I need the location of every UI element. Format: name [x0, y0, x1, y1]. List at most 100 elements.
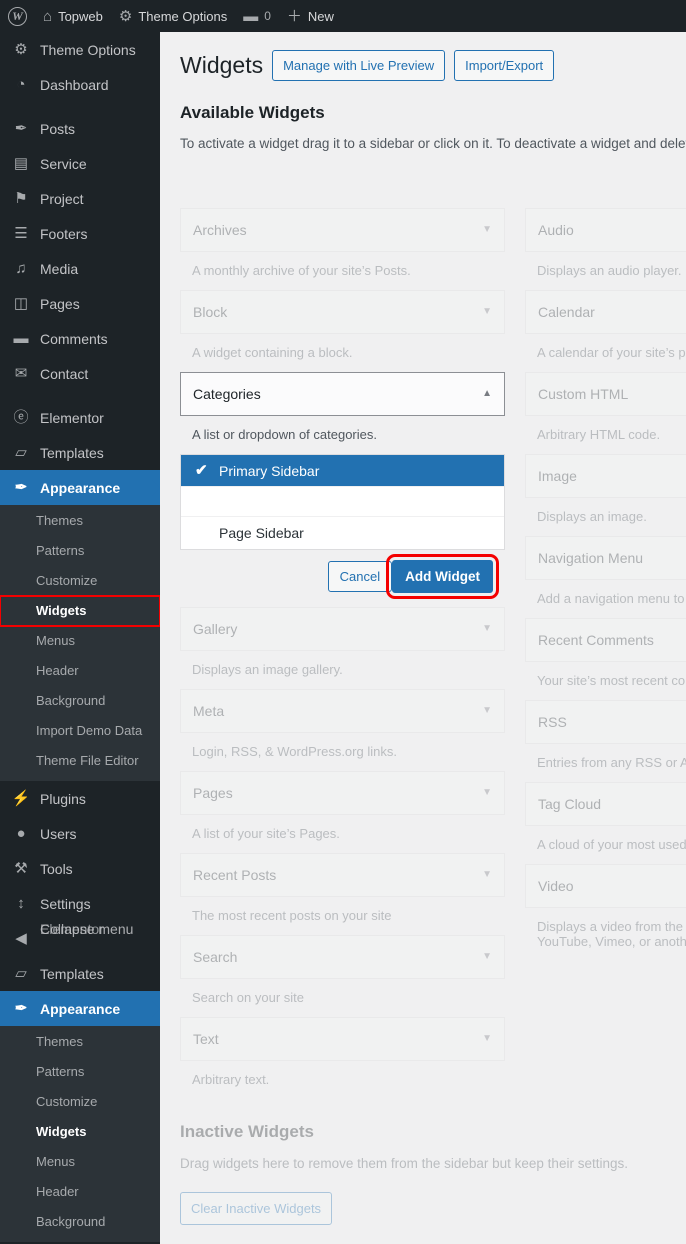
comment-icon: ▬	[243, 7, 259, 25]
widget-header[interactable]: Image ▼	[525, 454, 686, 498]
sidebar-item-tools[interactable]: ⚒ Tools	[0, 851, 160, 886]
sidebar-item-plugins[interactable]: ⚡ Plugins	[0, 781, 160, 816]
widget-meta[interactable]: Meta ▼ Login, RSS, & WordPress.org links…	[180, 689, 505, 771]
widget-header[interactable]: Tag Cloud ▼	[525, 782, 686, 826]
widget-header[interactable]: Recent Comments ▼	[525, 618, 686, 662]
site-name-menu[interactable]: ⌂ Topweb	[35, 0, 111, 32]
widget-header[interactable]: Audio ▼	[525, 208, 686, 252]
sidebar-item-customize[interactable]: Customize	[0, 566, 160, 596]
pin-icon: ✒	[14, 120, 28, 137]
new-content-menu[interactable]: ＋ New	[279, 0, 342, 32]
widget-video[interactable]: Video ▼ Displays a video from the media …	[525, 864, 686, 961]
widget-tag-cloud[interactable]: Tag Cloud ▼ A cloud of your most used ta…	[525, 782, 686, 864]
sidebar-item-menus[interactable]: Menus	[0, 626, 160, 656]
sidebar-item-patterns[interactable]: Patterns	[0, 536, 160, 566]
sidebar-item-collapse-menu[interactable]: ◀ Elementor Collapse menu	[0, 921, 160, 956]
sidebar-item-label: Contact	[40, 365, 89, 382]
wordpress-logo-menu[interactable]: W	[0, 0, 35, 32]
widget-header[interactable]: Video ▼	[525, 864, 686, 908]
widget-pages[interactable]: Pages ▼ A list of your site’s Pages.	[180, 771, 505, 853]
sidebar-item-footers[interactable]: ☰ Footers	[0, 216, 160, 251]
widget-header[interactable]: Meta ▼	[180, 689, 505, 733]
sidebar-item-elementor[interactable]: ⓔ Elementor	[0, 400, 160, 435]
widget-header[interactable]: Pages ▼	[180, 771, 505, 815]
sidebar-item-header[interactable]: Header	[0, 656, 160, 686]
import-export-button[interactable]: Import/Export	[454, 50, 555, 81]
sidebar-item-pages[interactable]: ◫ Pages	[0, 286, 160, 321]
add-widget-button[interactable]: Add Widget	[386, 554, 499, 599]
sidebar-item-dashboard[interactable]: ◔ Dashboard	[0, 67, 160, 102]
sidebar-item-menus-2[interactable]: Menus	[0, 1147, 160, 1177]
sidebar-option-primary-sidebar[interactable]: ✔ Primary Sidebar	[181, 455, 504, 487]
widget-text[interactable]: Text ▼ Arbitrary text.	[180, 1017, 505, 1099]
sidebar-item-settings[interactable]: ↕ Settings	[0, 886, 160, 921]
widget-custom-html[interactable]: Custom HTML ▼ Arbitrary HTML code.	[525, 372, 686, 454]
sidebar-item-themes[interactable]: Themes	[0, 506, 160, 536]
admin-sidebar-menu: ⚙ Theme Options ◔ Dashboard ✒ Posts ▤ Se…	[0, 32, 160, 1244]
widget-gallery[interactable]: Gallery ▼ Displays an image gallery.	[180, 607, 505, 689]
sidebar-item-comments[interactable]: ▬ Comments	[0, 321, 160, 356]
clear-inactive-widgets-button[interactable]: Clear Inactive Widgets	[180, 1192, 333, 1225]
widget-header[interactable]: Custom HTML ▼	[525, 372, 686, 416]
sidebar-item-customize-2[interactable]: Customize	[0, 1087, 160, 1117]
sidebar-option-page-sidebar[interactable]: Page Sidebar	[181, 517, 504, 549]
widget-header[interactable]: RSS ▼	[525, 700, 686, 744]
widget-description: Search on your site	[192, 990, 305, 1005]
widget-description: Displays an image.	[537, 509, 647, 524]
widget-header[interactable]: Search ▼	[180, 935, 505, 979]
comments-menu[interactable]: ▬ 0	[235, 0, 279, 32]
sidebar-item-project[interactable]: ⚑ Project	[0, 181, 160, 216]
sidebar-item-widgets-2[interactable]: Widgets	[0, 1117, 160, 1147]
widget-header[interactable]: Navigation Menu ▼	[525, 536, 686, 580]
widget-header[interactable]: Calendar ▼	[525, 290, 686, 334]
widget-header[interactable]: Block ▼	[180, 290, 505, 334]
sidebar-item-background[interactable]: Background	[0, 686, 160, 716]
sidebar-item-theme-file-editor[interactable]: Theme File Editor	[0, 746, 160, 776]
new-label: New	[307, 8, 334, 24]
sidebar-item-templates[interactable]: ▱ Templates	[0, 435, 160, 470]
widget-recent-posts[interactable]: Recent Posts ▼ The most recent posts on …	[180, 853, 505, 935]
widget-block[interactable]: Block ▼ A widget containing a block.	[180, 290, 505, 372]
sidebar-item-label: Pages	[40, 295, 80, 312]
cancel-button[interactable]: Cancel	[327, 561, 393, 592]
sidebar-item-appearance-2[interactable]: ✒ Appearance	[0, 991, 160, 1026]
sidebar-item-posts[interactable]: ✒ Posts	[0, 111, 160, 146]
widget-description: A widget containing a block.	[192, 345, 353, 360]
widget-header[interactable]: Categories ▲	[180, 372, 505, 416]
widget-audio[interactable]: Audio ▼ Displays an audio player.	[525, 208, 686, 290]
widget-header[interactable]: Gallery ▼	[180, 607, 505, 651]
sidebar-item-templates-2[interactable]: ▱ Templates	[0, 956, 160, 991]
widget-calendar[interactable]: Calendar ▼ A calendar of your site’s pos…	[525, 290, 686, 372]
sidebar-item-patterns-2[interactable]: Patterns	[0, 1057, 160, 1087]
sidebar-item-widgets[interactable]: Widgets	[0, 595, 160, 627]
widget-recent-comments[interactable]: Recent Comments ▼ Your site’s most recen…	[525, 618, 686, 700]
sidebar-item-themes-2[interactable]: Themes	[0, 1027, 160, 1057]
sidebar-item-media[interactable]: ♫ Media	[0, 251, 160, 286]
widget-rss[interactable]: RSS ▼ Entries from any RSS or Atom feed.	[525, 700, 686, 782]
sidebar-item-contact[interactable]: ✉ Contact	[0, 356, 160, 391]
widget-categories[interactable]: Categories ▲ A list or dropdown of categ…	[180, 372, 505, 599]
widget-title: Block	[193, 304, 228, 320]
widget-header[interactable]: Text ▼	[180, 1017, 505, 1061]
widget-image[interactable]: Image ▼ Displays an image.	[525, 454, 686, 536]
widget-search[interactable]: Search ▼ Search on your site	[180, 935, 505, 1017]
sidebar-item-service[interactable]: ▤ Service	[0, 146, 160, 181]
sidebar-select-list[interactable]: ✔ Primary Sidebar Page Sidebar	[180, 454, 505, 550]
sidebar-item-theme-options[interactable]: ⚙ Theme Options	[0, 32, 160, 67]
sidebar-item-header-2[interactable]: Header	[0, 1177, 160, 1207]
sidebar-item-background-2[interactable]: Background	[0, 1207, 160, 1237]
sidebar-item-users[interactable]: ● Users	[0, 816, 160, 851]
sidebar-option-blank[interactable]	[181, 487, 504, 517]
sliders-icon: ↕	[17, 895, 25, 912]
sidebar-item-appearance[interactable]: ✒ Appearance	[0, 470, 160, 505]
theme-options-menu[interactable]: ⚙ Theme Options	[111, 0, 235, 32]
widget-header[interactable]: Archives ▼	[180, 208, 505, 252]
user-icon: ●	[16, 825, 26, 842]
manage-with-live-preview-button[interactable]: Manage with Live Preview	[272, 50, 446, 81]
widget-description: Login, RSS, & WordPress.org links.	[192, 744, 397, 759]
widget-header[interactable]: Recent Posts ▼	[180, 853, 505, 897]
sidebar-item-label: Users	[40, 825, 77, 842]
widget-archives[interactable]: Archives ▼ A monthly archive of your sit…	[180, 208, 505, 290]
sidebar-item-import-demo-data[interactable]: Import Demo Data	[0, 716, 160, 746]
widget-navigation-menu[interactable]: Navigation Menu ▼ Add a navigation menu …	[525, 536, 686, 618]
